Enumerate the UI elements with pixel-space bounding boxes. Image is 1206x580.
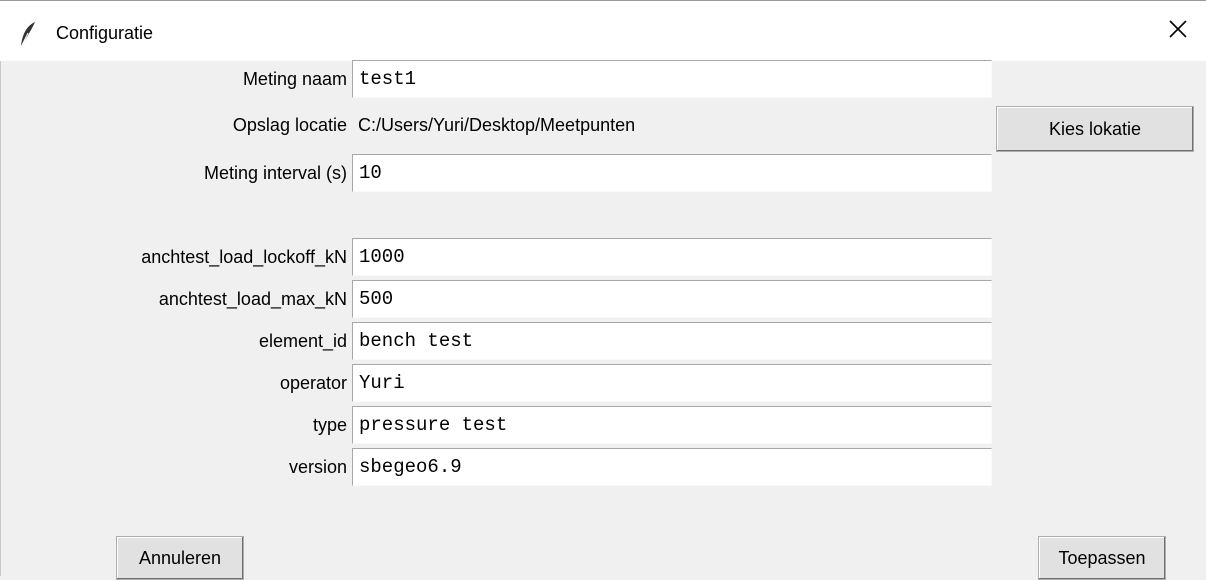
feather-icon	[18, 21, 38, 49]
element-id-input[interactable]	[352, 322, 992, 360]
load-max-label: anchtest_load_max_kN	[158, 289, 347, 309]
opslag-locatie-path: C:/Users/Yuri/Desktop/Meetpunten	[358, 115, 636, 135]
operator-input[interactable]	[352, 364, 992, 402]
meting-interval-row: Meting interval (s)	[0, 154, 1206, 192]
version-input[interactable]	[352, 448, 992, 486]
version-row: version	[0, 448, 1206, 486]
load-max-row: anchtest_load_max_kN	[0, 280, 1206, 318]
apply-button[interactable]: Toepassen	[1038, 536, 1166, 580]
type-row: type	[0, 406, 1206, 444]
opslag-locatie-label: Opslag locatie	[232, 115, 347, 135]
operator-label: operator	[279, 373, 347, 393]
meting-naam-label: Meting naam	[242, 69, 347, 89]
operator-row: operator	[0, 364, 1206, 402]
type-input[interactable]	[352, 406, 992, 444]
close-button[interactable]	[1150, 1, 1206, 61]
title-bar: Configuratie	[0, 0, 1206, 61]
load-lockoff-row: anchtest_load_lockoff_kN	[0, 238, 1206, 276]
window-title: Configuratie	[56, 23, 154, 43]
kies-lokatie-button[interactable]: Kies lokatie	[996, 106, 1194, 152]
version-label: version	[288, 457, 347, 477]
load-lockoff-label: anchtest_load_lockoff_kN	[141, 247, 347, 267]
cancel-button[interactable]: Annuleren	[116, 536, 244, 580]
load-lockoff-input[interactable]	[352, 238, 992, 276]
element-id-label: element_id	[258, 331, 347, 351]
type-label: type	[312, 415, 347, 435]
load-max-input[interactable]	[352, 280, 992, 318]
meting-naam-input[interactable]	[352, 60, 992, 98]
meting-interval-input[interactable]	[352, 154, 992, 192]
close-icon	[1168, 19, 1188, 44]
meting-interval-label: Meting interval (s)	[203, 163, 347, 183]
meting-naam-row: Meting naam	[0, 60, 1206, 98]
element-id-row: element_id	[0, 322, 1206, 360]
